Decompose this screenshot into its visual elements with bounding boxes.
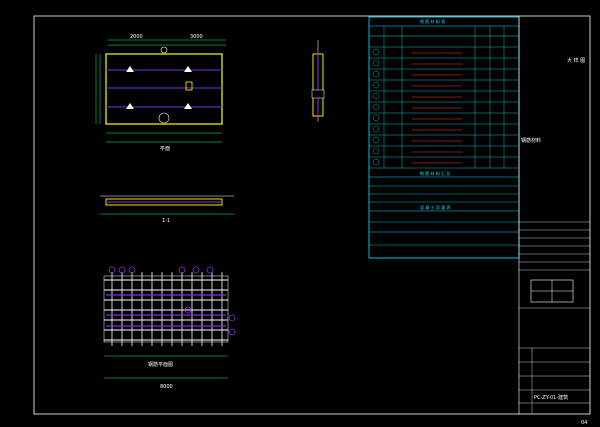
- drawing-border: [33, 15, 591, 415]
- drawing-number: PC-ZY-01-建筑: [534, 394, 568, 401]
- title-block: 大 样 图 钢筋材料 PC-ZY-01-建筑 04: [518, 16, 590, 426]
- elevation-label: 1-1: [162, 218, 170, 224]
- cad-drawing-canvas: 2000 3000 平面 1-1 钢筋平面图 8000 钢 筋 材 料 表 钢 …: [33, 15, 591, 426]
- vertical-note: 大 样 图: [567, 57, 585, 64]
- plan-top-dim-1: 2000: [130, 34, 143, 40]
- concrete-table-title: 混 凝 土 用 量 表: [420, 204, 450, 210]
- side-section-view: [311, 40, 325, 122]
- slab-elevation-view: 1-1: [100, 195, 234, 224]
- sheet-number: 04: [581, 420, 587, 426]
- rebar-material-table: 钢 筋 材 料 表 钢 筋 材 料 汇 总 混 凝 土 用 量 表: [368, 16, 520, 259]
- slab-plan-view: 2000 3000 平面: [95, 34, 226, 152]
- elevation-dim-text: 8000: [160, 384, 173, 390]
- rebar-plan-view: 钢筋平面图 8000: [103, 266, 236, 390]
- plan-top-dim-2: 3000: [190, 34, 203, 40]
- plan-label: 平面: [160, 146, 170, 152]
- main-table-title: 钢 筋 材 料 表: [420, 18, 445, 24]
- summary-table-title: 钢 筋 材 料 汇 总: [420, 170, 450, 176]
- side-note: 钢筋材料: [521, 137, 541, 144]
- rebar-plan-label: 钢筋平面图: [148, 361, 173, 368]
